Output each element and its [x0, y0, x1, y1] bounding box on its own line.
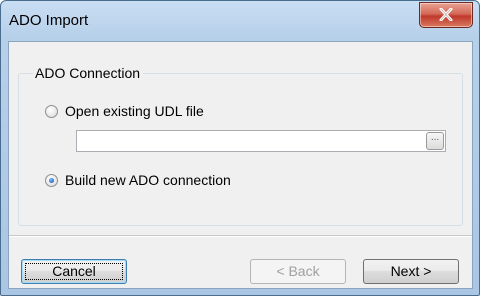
footer-separator	[9, 235, 472, 237]
cancel-label: Cancel	[52, 263, 96, 279]
dialog-client-area: ADO Connection Open existing UDL file ..…	[8, 41, 473, 289]
build-new-label: Build new ADO connection	[65, 172, 231, 188]
close-button[interactable]	[419, 2, 473, 28]
open-existing-udl-option[interactable]: Open existing UDL file	[45, 103, 204, 119]
open-existing-label: Open existing UDL file	[65, 103, 204, 119]
udl-path-input[interactable]	[76, 130, 446, 152]
dialog-window: ADO Import ADO Connection Open existing …	[0, 0, 480, 296]
title-bar[interactable]: ADO Import	[1, 1, 479, 41]
browse-button[interactable]: ...	[426, 132, 444, 150]
open-existing-radio[interactable]	[45, 104, 58, 118]
build-new-connection-option[interactable]: Build new ADO connection	[45, 172, 231, 188]
window-title: ADO Import	[9, 12, 89, 29]
back-button[interactable]: < Back	[250, 259, 346, 284]
build-new-radio[interactable]	[45, 173, 58, 187]
cancel-button[interactable]: Cancel	[21, 259, 127, 284]
next-button[interactable]: Next >	[363, 259, 459, 284]
group-legend: ADO Connection	[33, 65, 144, 81]
close-x-icon	[439, 8, 453, 21]
